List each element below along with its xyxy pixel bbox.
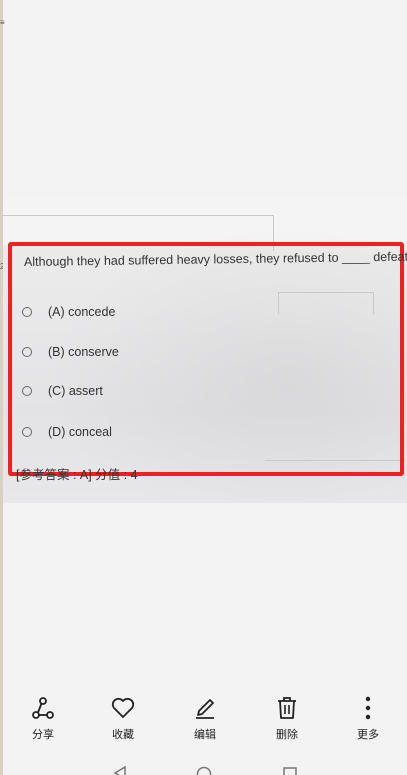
- more-vertical-icon: [365, 696, 371, 720]
- option-label: (D) conceal: [48, 425, 112, 439]
- share-button[interactable]: 分享: [13, 695, 73, 742]
- option-b[interactable]: (B) conserve: [22, 345, 119, 359]
- radio-icon[interactable]: [22, 306, 32, 317]
- heart-icon: [111, 697, 135, 718]
- pencil-icon: [196, 699, 214, 719]
- favorite-button[interactable]: 收藏: [93, 695, 153, 742]
- edit-button[interactable]: 编辑: [175, 695, 235, 742]
- delete-label: 删除: [276, 729, 298, 741]
- back-icon[interactable]: [112, 766, 128, 775]
- more-label: 更多: [357, 729, 379, 741]
- option-label: (A) concede: [48, 305, 116, 319]
- option-c[interactable]: (C) assert: [22, 384, 103, 398]
- radio-icon[interactable]: [22, 426, 32, 437]
- highlight-box: [8, 242, 404, 476]
- option-label: (C) assert: [48, 384, 103, 398]
- more-button[interactable]: 更多: [338, 695, 398, 742]
- recents-icon[interactable]: [282, 766, 298, 775]
- home-icon[interactable]: [196, 766, 212, 775]
- delete-button[interactable]: 删除: [257, 695, 317, 742]
- share-icon: [32, 697, 54, 719]
- radio-icon[interactable]: [22, 346, 32, 357]
- option-d[interactable]: (D) conceal: [22, 425, 112, 439]
- radio-icon[interactable]: [22, 385, 32, 396]
- trash-icon: [278, 697, 296, 719]
- bottom-toolbar: 分享 收藏 编辑 删除 更多: [0, 695, 407, 755]
- option-a[interactable]: (A) concede: [22, 305, 115, 319]
- favorite-label: 收藏: [112, 729, 134, 741]
- option-label: (B) conserve: [48, 345, 119, 359]
- system-nav-bar: [0, 762, 407, 775]
- answer-and-score: [参考答案 : A] 分值 : 4: [16, 468, 138, 482]
- share-label: 分享: [32, 729, 54, 741]
- edit-label: 编辑: [194, 729, 216, 741]
- edge-glyph: ≡: [0, 18, 5, 27]
